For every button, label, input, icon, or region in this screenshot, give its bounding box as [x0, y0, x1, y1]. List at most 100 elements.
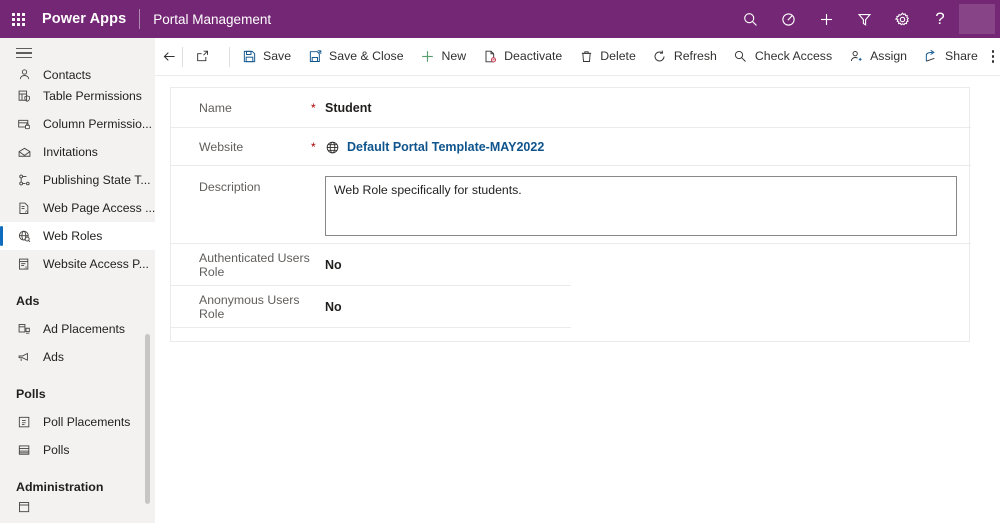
website-required-indicator: * — [311, 141, 325, 154]
sidebar-item-ads[interactable]: Ads — [0, 343, 155, 371]
brand-title[interactable]: Power Apps — [42, 11, 126, 27]
save-button[interactable]: Save — [233, 41, 299, 73]
sidebar-item-web-page-access-rules[interactable]: A Web Page Access ... — [0, 194, 155, 222]
save-and-close-button[interactable]: Save & Close — [299, 41, 412, 73]
sidebar-item-publishing-state-transitions[interactable]: Publishing State T... — [0, 166, 155, 194]
help-icon[interactable]: ? — [921, 0, 959, 38]
hamburger-menu-icon[interactable] — [0, 38, 155, 68]
sidebar-item-label: Web Roles — [43, 229, 102, 243]
web-page-access-icon: A — [16, 200, 33, 217]
name-label: Name — [171, 101, 311, 116]
share-label: Share — [945, 50, 978, 62]
brand-divider — [139, 9, 140, 29]
sidebar-item-label: Publishing State T... — [43, 173, 151, 187]
new-button[interactable]: New — [412, 41, 475, 73]
topbar-actions: ? — [731, 0, 1000, 38]
field-row-authenticated-users-role: Authenticated Users Role No — [171, 244, 969, 286]
field-row-website: Website * Default Portal Template-MAY202… — [171, 128, 969, 166]
ad-placements-icon — [16, 321, 33, 338]
website-label: Website — [171, 140, 311, 155]
website-access-icon: A — [16, 256, 33, 273]
sidebar-item-label: Ad Placements — [43, 322, 125, 336]
assign-user-icon — [848, 49, 864, 65]
field-row-anonymous-users-role: Anonymous Users Role No — [171, 286, 969, 328]
settings-gear-icon[interactable] — [883, 0, 921, 38]
anonymous-users-role-label: Anonymous Users Role — [171, 293, 311, 321]
sidebar-item-label: Contacts — [43, 68, 91, 82]
save-icon — [241, 49, 257, 65]
sidebar-scrollbar[interactable] — [145, 334, 150, 504]
deactivate-button[interactable]: Deactivate — [474, 41, 570, 73]
sidebar: Contacts Table Permissions — [0, 38, 155, 523]
sidebar-item-label: Poll Placements — [43, 415, 130, 429]
sidebar-item-label: Website Access P... — [43, 257, 149, 271]
sidebar-item-ad-placements[interactable]: Ad Placements — [0, 315, 155, 343]
anonymous-users-role-value[interactable]: No — [325, 300, 969, 314]
sidebar-item-polls[interactable]: Polls — [0, 436, 155, 464]
sidebar-item-label: Column Permissio... — [43, 117, 152, 131]
open-in-new-window-icon — [195, 49, 211, 65]
delete-label: Delete — [600, 50, 636, 62]
command-bar-divider — [182, 47, 183, 67]
sidebar-item-table-permissions[interactable]: Table Permissions — [0, 82, 155, 110]
open-in-new-window-button[interactable] — [187, 41, 225, 73]
sidebar-item-administration-first[interactable] — [0, 501, 155, 513]
back-arrow-icon[interactable] — [161, 41, 178, 73]
description-textarea[interactable]: Web Role specifically for students. — [325, 176, 957, 236]
check-access-key-icon — [733, 49, 749, 65]
assign-button[interactable]: Assign — [840, 41, 915, 73]
website-link[interactable]: Default Portal Template-MAY2022 — [347, 140, 544, 154]
authenticated-users-role-value[interactable]: No — [325, 258, 969, 272]
help-glyph: ? — [935, 9, 944, 29]
share-button[interactable]: Share — [915, 41, 986, 73]
sidebar-item-website-access-permissions[interactable]: A Website Access P... — [0, 250, 155, 278]
globe-icon — [325, 140, 340, 155]
filter-icon[interactable] — [845, 0, 883, 38]
diagnostics-icon[interactable] — [769, 0, 807, 38]
sidebar-item-label: Table Permissions — [43, 89, 142, 103]
sidebar-group-administration: Administration — [0, 464, 155, 501]
row-divider — [171, 327, 571, 328]
sidebar-group-ads: Ads — [0, 278, 155, 315]
top-brand-bar: Power Apps Portal Management — [0, 0, 1000, 38]
deactivate-label: Deactivate — [504, 50, 562, 62]
sidebar-group-polls: Polls — [0, 371, 155, 408]
sidebar-nav-list: Contacts Table Permissions — [0, 68, 155, 513]
web-roles-icon — [16, 228, 33, 245]
app-launcher-icon[interactable] — [0, 0, 36, 38]
sidebar-item-label: Ads — [43, 350, 64, 364]
avatar[interactable] — [959, 4, 995, 34]
svg-text:A: A — [25, 208, 28, 213]
sidebar-item-web-roles[interactable]: Web Roles — [0, 222, 155, 250]
name-required-indicator: * — [311, 102, 325, 115]
invitations-icon — [16, 144, 33, 161]
sidebar-item-invitations[interactable]: Invitations — [0, 138, 155, 166]
field-row-description: Description Web Role specifically for st… — [171, 166, 969, 244]
refresh-label: Refresh — [674, 50, 717, 62]
column-permissions-icon — [16, 116, 33, 133]
new-label: New — [442, 50, 467, 62]
website-lookup-value[interactable]: Default Portal Template-MAY2022 — [325, 140, 969, 155]
search-icon[interactable] — [731, 0, 769, 38]
field-row-name: Name * Student — [171, 88, 969, 128]
assign-label: Assign — [870, 50, 907, 62]
plus-icon — [420, 49, 436, 65]
save-and-close-icon — [307, 49, 323, 65]
refresh-icon — [652, 49, 668, 65]
sidebar-item-label: Polls — [43, 443, 69, 457]
contacts-icon — [16, 68, 33, 82]
delete-button[interactable]: Delete — [570, 41, 644, 73]
sidebar-item-label: Invitations — [43, 145, 98, 159]
check-access-button[interactable]: Check Access — [725, 41, 840, 73]
name-input[interactable]: Student — [325, 101, 969, 115]
sidebar-item-column-permissions[interactable]: Column Permissio... — [0, 110, 155, 138]
more-commands-icon[interactable] — [986, 41, 1000, 73]
add-icon[interactable] — [807, 0, 845, 38]
publishing-state-icon — [16, 172, 33, 189]
sidebar-item-contacts[interactable]: Contacts — [0, 68, 155, 82]
app-name-label[interactable]: Portal Management — [153, 12, 271, 27]
sidebar-item-poll-placements[interactable]: Poll Placements — [0, 408, 155, 436]
svg-text:A: A — [25, 265, 28, 270]
description-label: Description — [171, 176, 311, 244]
refresh-button[interactable]: Refresh — [644, 41, 725, 73]
